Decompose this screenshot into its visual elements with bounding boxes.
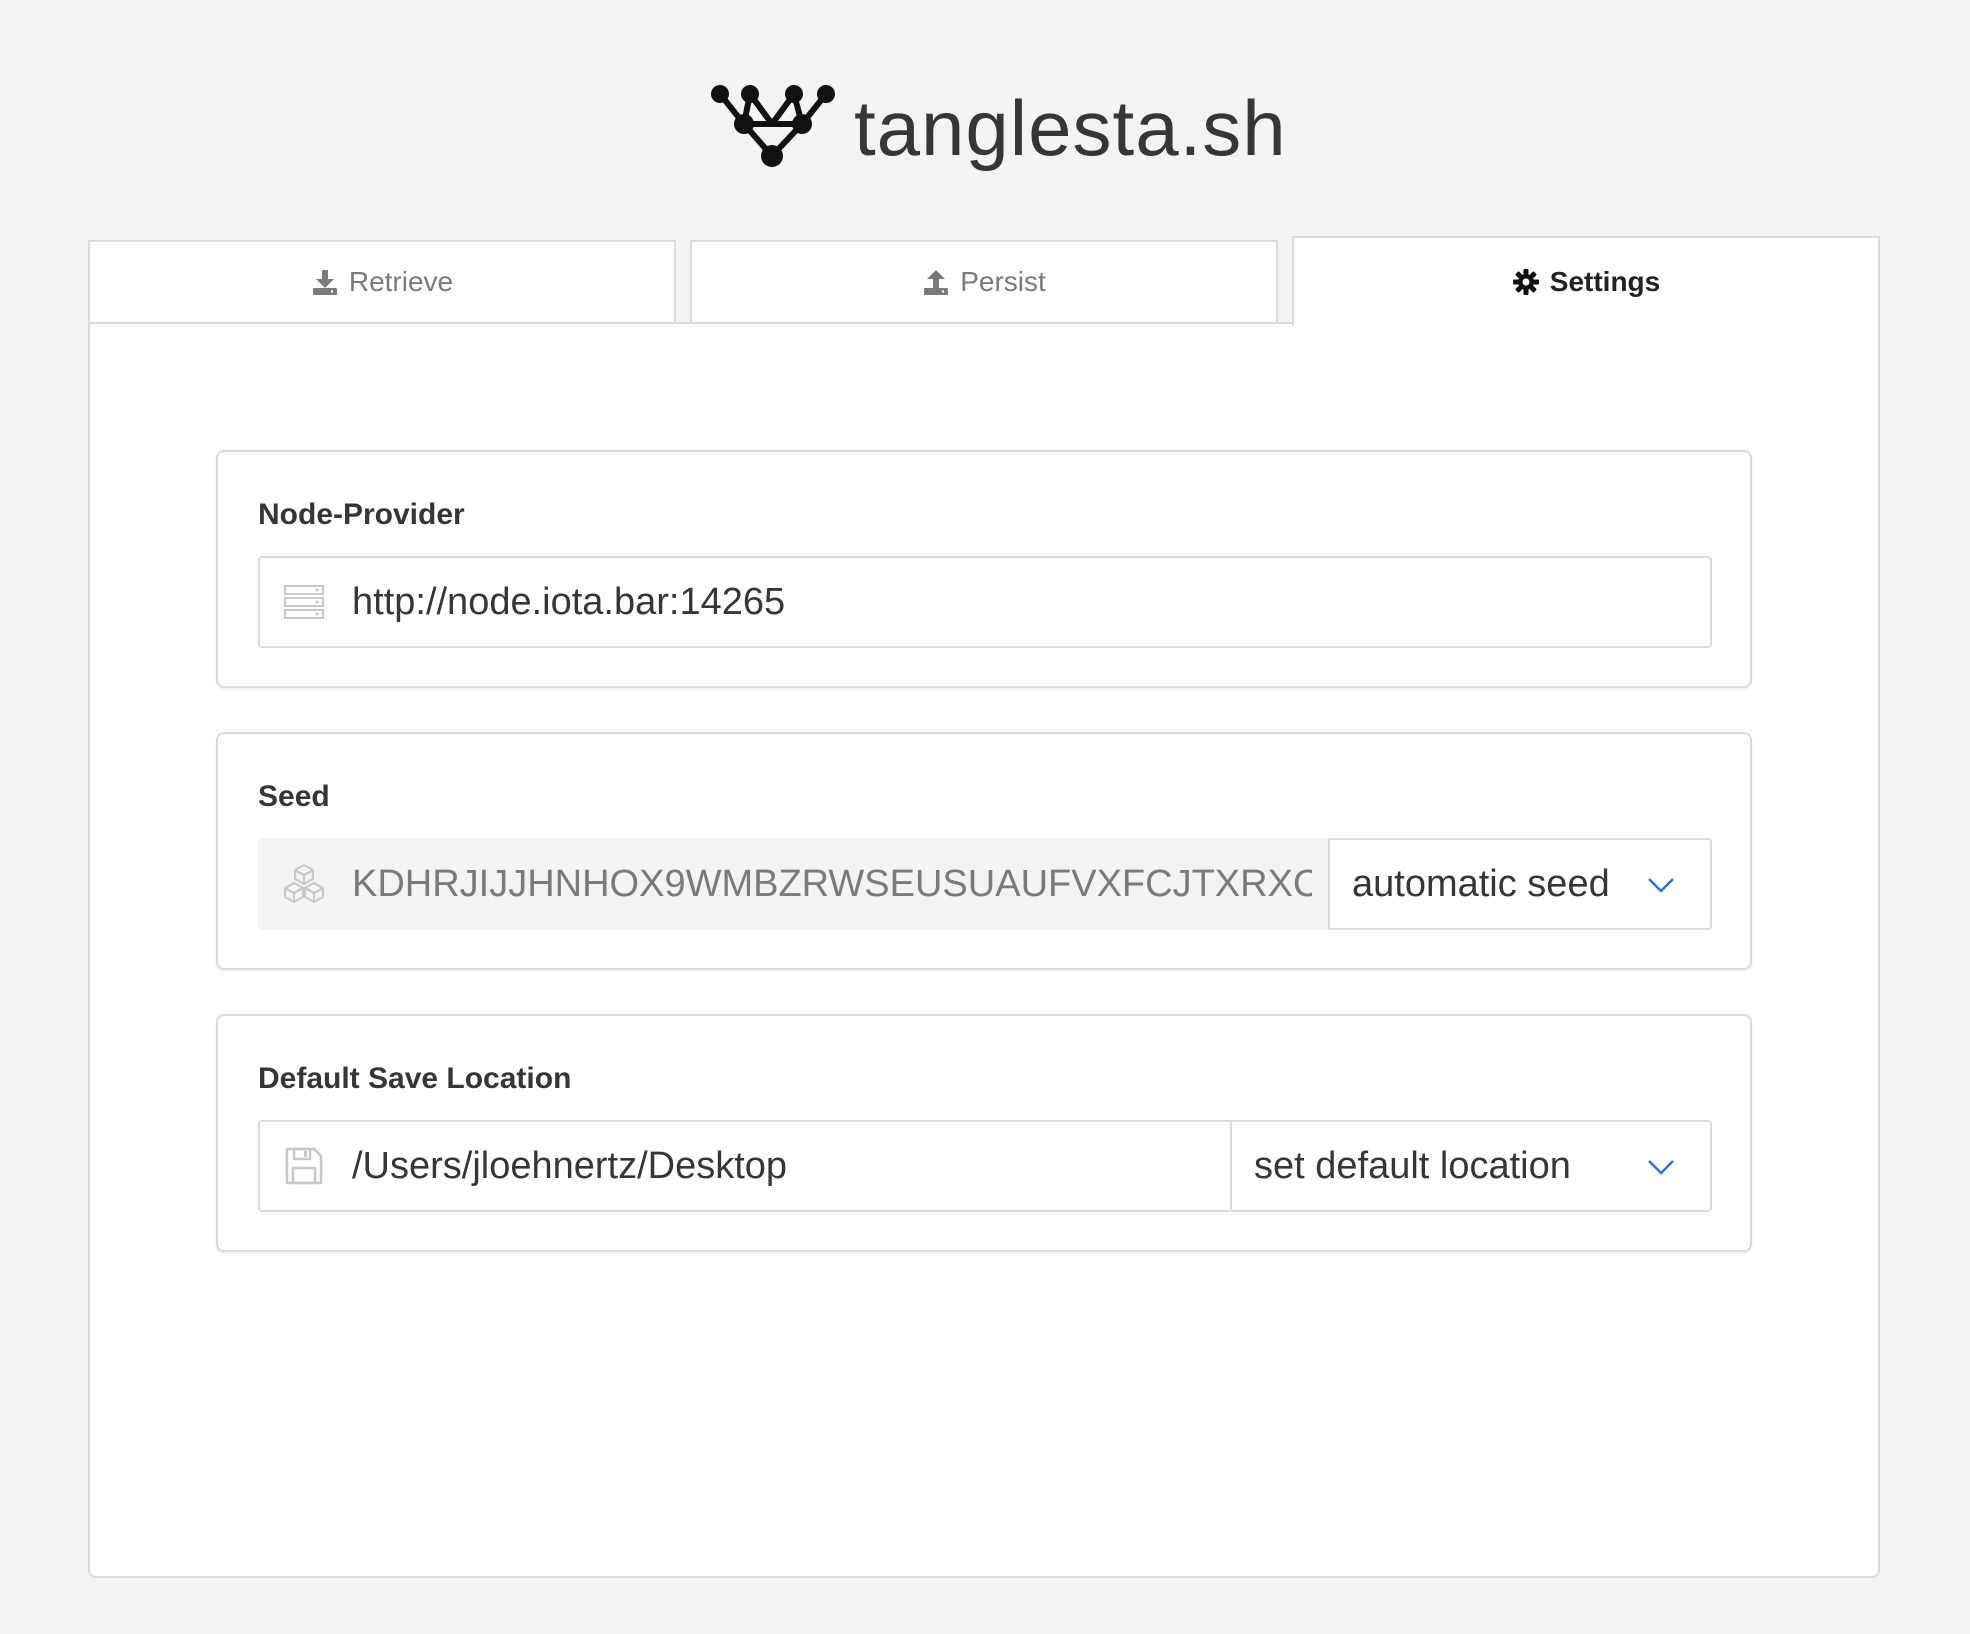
save-location-input[interactable]: /Users/jloehnertz/Desktop [258,1120,1232,1212]
seed-mode-selected: automatic seed [1352,862,1610,905]
floppy-icon [285,1147,323,1185]
save-location-card: Default Save Location /Users/jloehnertz/… [216,1014,1752,1252]
save-location-selected: set default location [1254,1144,1571,1187]
seed-mode-select[interactable]: automatic seed [1328,838,1712,930]
chevron-down-icon [1648,878,1674,893]
chevron-down-icon [1648,1160,1674,1175]
upload-icon [924,270,949,295]
seed-card: Seed KDHRJIJJHNHOX9WMBZRWSEUSUAUFVXFCJTX… [216,732,1752,970]
tab-label: Settings [1549,266,1661,297]
seed-input[interactable]: KDHRJIJJHNHOX9WMBZRWSEUSUAUFVXFCJTXRXC [258,838,1330,930]
node-provider-card: Node-Provider http://node.iota.bar:14265 [216,450,1752,688]
cubes-icon [284,864,324,903]
save-location-select[interactable]: set default location [1230,1120,1712,1212]
header: tanglesta.sh [0,0,1970,230]
save-location-label: Default Save Location [258,1062,572,1095]
seed-value: KDHRJIJJHNHOX9WMBZRWSEUSUAUFVXFCJTXRXC [352,862,1312,905]
download-icon [312,270,337,295]
app-title: tanglesta.sh [854,84,1287,172]
save-location-value: /Users/jloehnertz/Desktop [352,1144,788,1187]
tab-label: Retrieve [348,266,454,297]
node-provider-input[interactable]: http://node.iota.bar:14265 [258,556,1712,648]
tab-label: Persist [960,266,1046,297]
panel-divider [88,322,1294,324]
node-provider-label: Node-Provider [258,498,465,531]
tab-retrieve[interactable]: Retrieve [88,240,676,324]
gear-icon [1512,269,1539,295]
node-provider-value: http://node.iota.bar:14265 [352,580,786,623]
seed-label: Seed [258,780,330,813]
tangle-logo-icon [711,85,835,167]
server-icon [284,585,324,619]
tab-settings[interactable]: Settings [1292,236,1880,326]
tab-persist[interactable]: Persist [690,240,1278,324]
